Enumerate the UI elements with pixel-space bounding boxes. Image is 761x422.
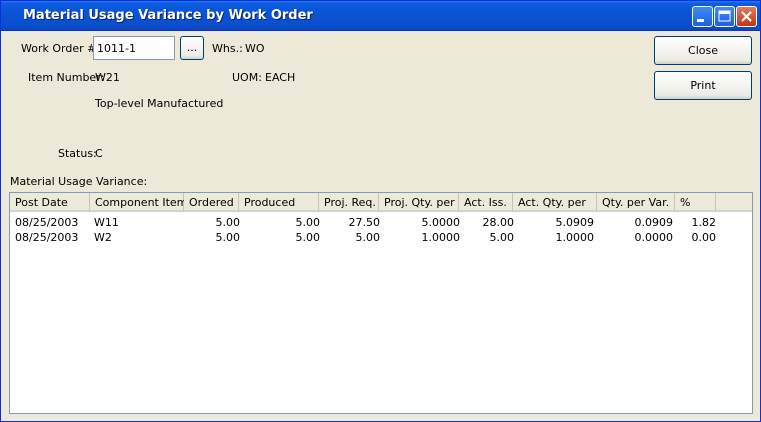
column-header-percent[interactable]: % bbox=[675, 193, 716, 212]
column-header-proj-req[interactable]: Proj. Req. bbox=[319, 193, 379, 212]
whs-label: Whs.: bbox=[212, 42, 243, 55]
column-header-component-item[interactable]: Component Item bbox=[90, 193, 187, 212]
maximize-button[interactable] bbox=[714, 6, 735, 27]
table-row[interactable]: 08/25/2003 W11 5.00 5.00 27.50 5.0000 28… bbox=[10, 214, 752, 230]
cell-qty-per-var: 0.0000 bbox=[634, 231, 674, 244]
cell-proj-qty-per: 5.0000 bbox=[421, 216, 461, 229]
column-header-proj-qty-per[interactable]: Proj. Qty. per bbox=[379, 193, 459, 212]
work-order-lookup-button[interactable]: ... bbox=[180, 36, 204, 60]
material-usage-variance-window: Material Usage Variance by Work Order Wo… bbox=[0, 0, 761, 422]
column-header-post-date[interactable]: Post Date bbox=[10, 193, 90, 212]
cell-percent: 1.82 bbox=[691, 216, 717, 229]
work-order-input[interactable]: 1011-1 bbox=[93, 36, 175, 60]
column-header-act-iss[interactable]: Act. Iss. bbox=[459, 193, 513, 212]
cell-produced: 5.00 bbox=[295, 216, 321, 229]
close-icon bbox=[741, 11, 752, 22]
print-button[interactable]: Print bbox=[654, 71, 752, 100]
cell-proj-qty-per: 1.0000 bbox=[421, 231, 461, 244]
cell-post-date: 08/25/2003 bbox=[15, 216, 79, 229]
cell-ordered: 5.00 bbox=[215, 231, 241, 244]
item-number-value: W21 bbox=[95, 71, 120, 84]
title-bar[interactable]: Material Usage Variance by Work Order bbox=[1, 1, 760, 31]
close-window-button[interactable] bbox=[736, 6, 757, 27]
work-order-label: Work Order #: bbox=[21, 42, 101, 55]
column-header-filler bbox=[716, 193, 752, 212]
maximize-icon bbox=[718, 10, 731, 22]
window-title: Material Usage Variance by Work Order bbox=[23, 8, 313, 23]
cell-proj-req: 5.00 bbox=[355, 231, 381, 244]
cell-post-date: 08/25/2003 bbox=[15, 231, 79, 244]
cell-proj-req: 27.50 bbox=[348, 216, 381, 229]
table-row[interactable]: 08/25/2003 W2 5.00 5.00 5.00 1.0000 5.00… bbox=[10, 230, 752, 246]
close-button-label: Close bbox=[688, 44, 718, 57]
cell-component-item: W11 bbox=[94, 216, 119, 229]
column-header-produced[interactable]: Produced bbox=[239, 193, 319, 212]
cell-act-iss: 5.00 bbox=[489, 231, 515, 244]
uom-label: UOM: bbox=[232, 71, 262, 84]
whs-value: WO bbox=[245, 42, 265, 55]
cell-act-qty-per: 5.0909 bbox=[555, 216, 595, 229]
variance-table[interactable]: Post Date Component Item Ordered Produce… bbox=[9, 192, 753, 414]
cell-act-qty-per: 1.0000 bbox=[555, 231, 595, 244]
lookup-button-label: ... bbox=[186, 41, 198, 54]
item-number-label: Item Number: bbox=[28, 71, 105, 84]
cell-produced: 5.00 bbox=[295, 231, 321, 244]
minimize-button[interactable] bbox=[692, 6, 713, 27]
column-header-act-qty-per[interactable]: Act. Qty. per bbox=[513, 193, 597, 212]
uom-value: EACH bbox=[265, 71, 296, 84]
minimize-icon bbox=[697, 19, 704, 22]
column-header-ordered[interactable]: Ordered bbox=[184, 193, 239, 212]
cell-component-item: W2 bbox=[94, 231, 112, 244]
item-description: Top-level Manufactured bbox=[95, 97, 224, 110]
status-label: Status: bbox=[58, 147, 97, 160]
cell-act-iss: 28.00 bbox=[482, 216, 515, 229]
close-button[interactable]: Close bbox=[654, 36, 752, 65]
status-value: C bbox=[95, 147, 103, 160]
print-button-label: Print bbox=[690, 79, 716, 92]
cell-percent: 0.00 bbox=[691, 231, 717, 244]
cell-ordered: 5.00 bbox=[215, 216, 241, 229]
cell-qty-per-var: 0.0909 bbox=[634, 216, 674, 229]
variance-section-label: Material Usage Variance: bbox=[10, 175, 148, 188]
column-header-qty-per-var[interactable]: Qty. per Var. bbox=[597, 193, 675, 212]
